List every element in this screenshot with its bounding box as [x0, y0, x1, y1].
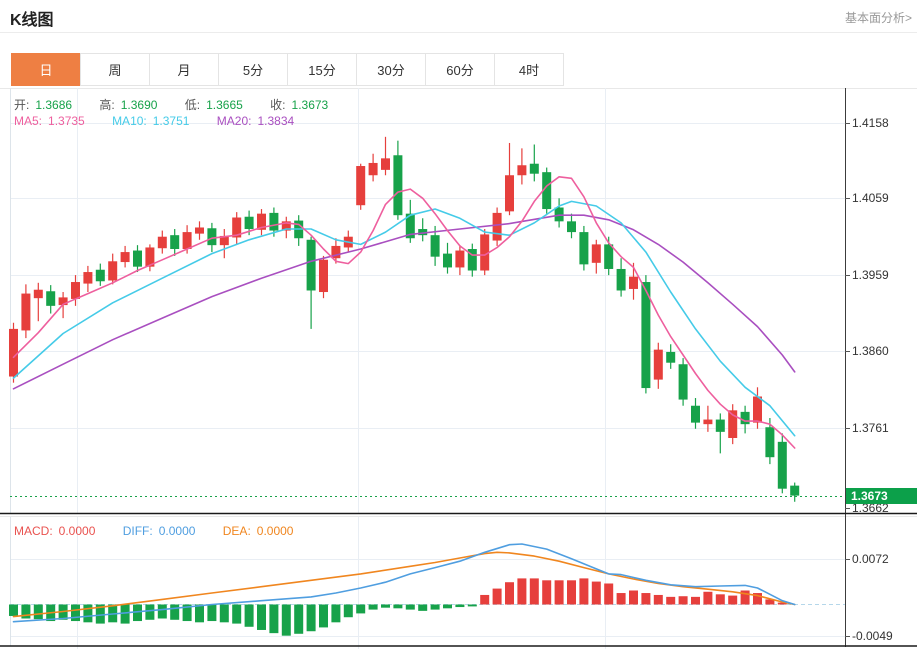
kline-widget: K线图 基本面分析> 日周月5分15分30分60分4时 开:1.3686 高:1…	[0, 0, 917, 649]
y-axis-label: 1.4158	[852, 116, 889, 130]
price-axis: 1.41581.40591.39591.38601.37611.3662	[0, 88, 917, 514]
current-price-tag: 1.3673	[846, 488, 917, 504]
y-axis-label: 0.0072	[852, 552, 889, 566]
y-axis-label: 1.4059	[852, 191, 889, 205]
y-axis-label: 1.3959	[852, 268, 889, 282]
y-axis-label: -0.0049	[852, 629, 893, 643]
y-axis-label: 1.3761	[852, 421, 889, 435]
y-axis-label: 1.3860	[852, 344, 889, 358]
macd-axis: 0.0072 -0.0049	[0, 516, 917, 647]
